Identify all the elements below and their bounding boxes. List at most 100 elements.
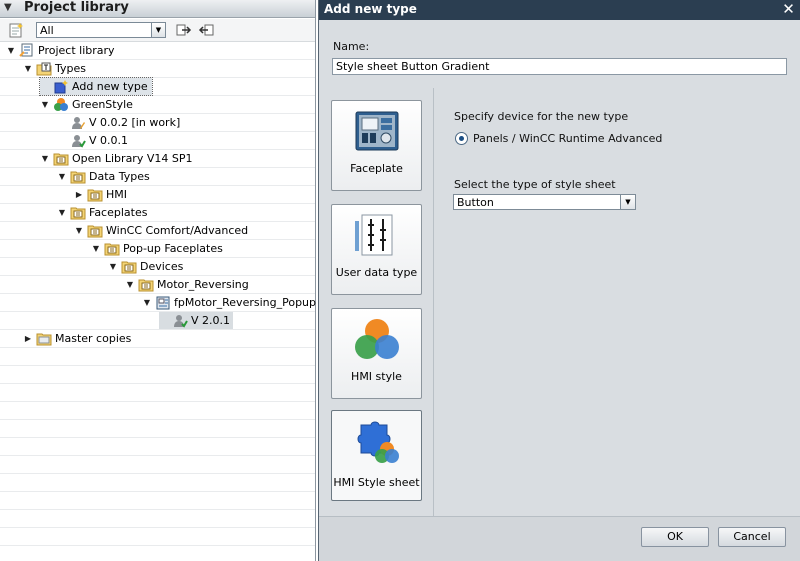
tree-node-label: fpMotor_Reversing_Popup: [174, 296, 317, 309]
tree-row: [0, 366, 315, 384]
tree-row[interactable]: ▼ Open Library V14 SP1: [0, 150, 315, 168]
tree-row[interactable]: ▼ Data Types: [0, 168, 315, 186]
folder-icon: [70, 171, 86, 184]
expand-down-icon[interactable]: ▼: [23, 64, 33, 73]
tree-row[interactable]: ▼ GreenStyle: [0, 96, 315, 114]
library-header[interactable]: ▼ Project library: [0, 0, 315, 18]
close-icon[interactable]: ✕: [781, 2, 796, 17]
expand-down-icon[interactable]: ▼: [74, 226, 84, 235]
type-selector-panel: Faceplate User data type HMI style HMI S…: [320, 88, 434, 516]
name-input[interactable]: [332, 58, 787, 75]
ok-button[interactable]: OK: [641, 527, 709, 547]
tree-row[interactable]: ▼ Project library: [0, 42, 315, 60]
new-library-icon[interactable]: [8, 22, 24, 38]
master-copies-folder-icon: [36, 333, 52, 346]
tree-node[interactable]: ▶ Master copies: [23, 330, 131, 347]
expand-down-icon[interactable]: ▼: [91, 244, 101, 253]
filter-select[interactable]: All ▼: [36, 22, 166, 38]
tree-node-label: Faceplates: [89, 206, 148, 219]
add-new-type-dialog: Add new type ✕ Name: Faceplate: [318, 0, 800, 561]
expand-down-icon[interactable]: ▼: [125, 280, 135, 289]
tree-row[interactable]: ▼ Types: [0, 60, 315, 78]
tree-node[interactable]: ▼ Motor_Reversing: [125, 276, 249, 293]
device-radio[interactable]: [455, 132, 468, 145]
tree-node[interactable]: V 0.0.2 [in work]: [57, 114, 180, 131]
folder-icon: [70, 207, 86, 220]
expand-down-icon[interactable]: ▼: [6, 46, 16, 55]
dropdown-arrow-icon[interactable]: ▼: [620, 195, 635, 209]
tree-node[interactable]: ▼ Devices: [108, 258, 183, 275]
tree-row[interactable]: V 2.0.1: [0, 312, 315, 330]
hmi-style-button[interactable]: HMI style: [331, 308, 422, 399]
library-tree: ▼ Project library ▼ Types Add new type ▼ Green…: [0, 42, 316, 561]
tree-node[interactable]: ▼ Pop-up Faceplates: [91, 240, 223, 257]
tree-row[interactable]: V 0.0.1: [0, 132, 315, 150]
tree-node[interactable]: V 0.0.1: [57, 132, 128, 149]
tree-node[interactable]: Add new type: [39, 77, 153, 96]
collapse-chevron-icon[interactable]: ▼: [4, 2, 12, 13]
expand-down-icon[interactable]: ▼: [40, 100, 50, 109]
tree-row[interactable]: Add new type: [0, 77, 315, 96]
tree-node[interactable]: ▼ WinCC Comfort/Advanced: [74, 222, 248, 239]
version-work-icon: [72, 117, 85, 129]
tree-row[interactable]: ▼ Motor_Reversing: [0, 276, 315, 294]
tree-node[interactable]: ▼ Project library: [6, 42, 115, 59]
tree-node[interactable]: ▶ HMI: [74, 186, 127, 203]
expand-right-icon[interactable]: ▶: [23, 334, 33, 343]
tree-row[interactable]: ▼ Pop-up Faceplates: [0, 240, 315, 258]
dialog-footer: OK Cancel: [319, 516, 800, 561]
tree-row[interactable]: ▶ HMI: [0, 186, 315, 204]
update-types-icon[interactable]: [176, 22, 192, 38]
expand-down-icon[interactable]: ▼: [57, 208, 67, 217]
expand-down-icon[interactable]: ▼: [142, 298, 152, 307]
tree-row: [0, 420, 315, 438]
user-data-type-button[interactable]: User data type: [331, 204, 422, 295]
tree-node-label: Data Types: [89, 170, 150, 183]
style-sheet-type-value: Button: [457, 196, 494, 209]
faceplate-icon: [355, 111, 399, 151]
tree-node[interactable]: ▼ GreenStyle: [40, 96, 133, 113]
tree-row: [0, 546, 315, 561]
tree-node[interactable]: ▼ Open Library V14 SP1: [40, 150, 192, 167]
cancel-button[interactable]: Cancel: [718, 527, 786, 547]
tree-node[interactable]: ▼ Types: [23, 60, 86, 77]
folder-icon: [53, 153, 69, 166]
faceplate-type-button[interactable]: Faceplate: [331, 100, 422, 191]
tree-node-label: Pop-up Faceplates: [123, 242, 223, 255]
faceplate-label: Faceplate: [350, 162, 403, 175]
tree-row[interactable]: ▶ Master copies: [0, 330, 315, 348]
tree-node[interactable]: ▼ Data Types: [57, 168, 150, 185]
dropdown-arrow-icon[interactable]: ▼: [151, 23, 165, 37]
tree-node[interactable]: ▼ fpMotor_Reversing_Popup: [142, 294, 316, 311]
library-icon: [19, 43, 33, 57]
expand-down-icon[interactable]: ▼: [40, 154, 50, 163]
expand-down-icon[interactable]: ▼: [57, 172, 67, 181]
filter-value: All: [40, 24, 54, 37]
style-sheet-type-select[interactable]: Button ▼: [453, 194, 636, 210]
device-option-label[interactable]: Panels / WinCC Runtime Advanced: [473, 132, 662, 145]
tree-node-label: Master copies: [55, 332, 132, 345]
tree-node[interactable]: ▼ Faceplates: [57, 204, 147, 221]
types-folder-icon: [36, 62, 52, 76]
user-data-type-label: User data type: [335, 266, 418, 279]
tree-node-label: Motor_Reversing: [157, 278, 249, 291]
tree-row[interactable]: ▼ Devices: [0, 258, 315, 276]
tree-row[interactable]: ▼ WinCC Comfort/Advanced: [0, 222, 315, 240]
tree-row: [0, 438, 315, 456]
version-icon: [174, 315, 188, 328]
expand-right-icon[interactable]: ▶: [74, 190, 84, 199]
release-types-icon[interactable]: [198, 22, 214, 38]
tree-row: [0, 474, 315, 492]
style-sheet-type-label: Select the type of style sheet: [454, 178, 616, 191]
tree-row: [0, 492, 315, 510]
tree-node-label: Open Library V14 SP1: [72, 152, 193, 165]
tree-node[interactable]: V 2.0.1: [159, 312, 234, 329]
hmi-style-icon: [355, 319, 399, 359]
tree-row[interactable]: ▼ Faceplates: [0, 204, 315, 222]
device-label: Specify device for the new type: [454, 110, 629, 123]
version-icon: [72, 135, 86, 148]
tree-row[interactable]: ▼ fpMotor_Reversing_Popup: [0, 294, 316, 312]
tree-row[interactable]: V 0.0.2 [in work]: [0, 114, 315, 132]
expand-down-icon[interactable]: ▼: [108, 262, 118, 271]
hmi-style-sheet-button[interactable]: HMI Style sheet: [331, 410, 422, 501]
